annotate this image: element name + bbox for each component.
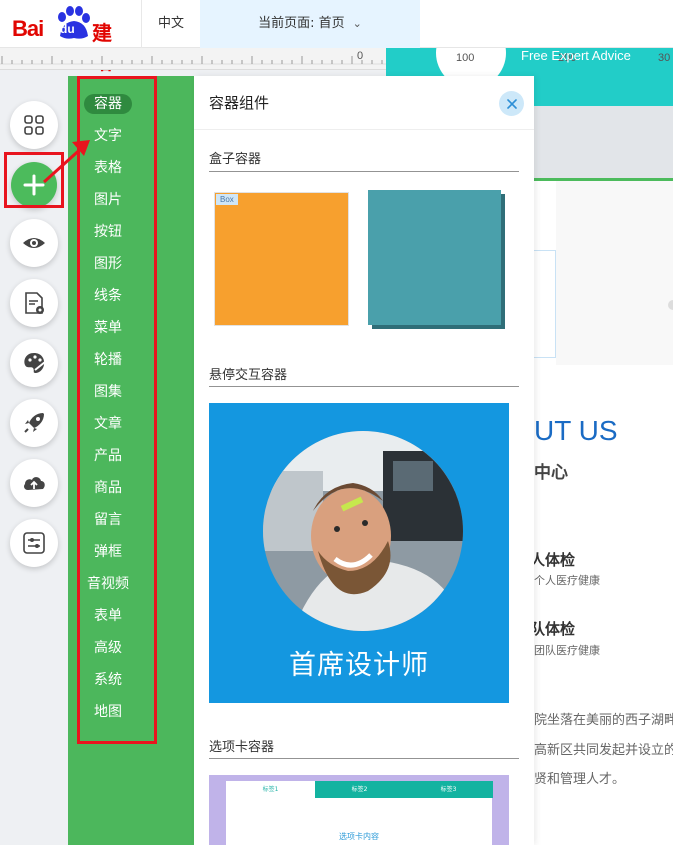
chevron-down-icon: ⌄ xyxy=(352,17,362,30)
logo-du-text: du xyxy=(60,22,75,36)
about-us-heading: UT US xyxy=(534,415,618,446)
close-panel-button[interactable] xyxy=(499,91,524,116)
language-selector[interactable]: 中文 xyxy=(142,0,200,48)
intro-line-2: 高新区共同发起并设立的 xyxy=(534,743,673,758)
current-page-selector[interactable]: 当前页面: 首页 ⌄ xyxy=(200,0,420,48)
panel-divider xyxy=(194,129,534,130)
rocket-icon xyxy=(24,413,44,433)
top-bar: Bai du 建站 中文 当前页面: 首页 ⌄ xyxy=(0,0,673,74)
panel-title: 容器组件 xyxy=(209,94,270,112)
preview-button[interactable] xyxy=(10,219,58,267)
logo-bai-text: Bai xyxy=(12,16,44,41)
canvas-outline-box xyxy=(534,250,556,358)
tab-content: 选项卡内容 xyxy=(339,832,379,841)
carousel-arrow[interactable] xyxy=(668,300,673,310)
eye-icon xyxy=(23,238,45,248)
tabs-inner: 标签1 标签2 标签3 选项卡内容 xyxy=(226,781,493,845)
close-icon xyxy=(506,98,517,109)
section-underline xyxy=(209,386,519,387)
ruler-label-100: 100 xyxy=(456,52,475,64)
cloud-upload-icon xyxy=(24,477,45,490)
components-panel: 容器组件 盒子容器 Box 悬停交互容器 首席设计师 选项卡容器 标签1 标签2… xyxy=(194,76,534,845)
controls-button[interactable] xyxy=(10,519,58,567)
service-sub-1: 个人医疗健康 xyxy=(534,574,600,587)
tabs-container-preview[interactable]: 标签1 标签2 标签3 选项卡内容 xyxy=(209,775,509,845)
canvas-slide-area xyxy=(556,181,673,365)
palette-icon xyxy=(24,353,46,373)
canvas-header-area xyxy=(534,106,673,180)
sliders-icon xyxy=(23,532,45,554)
hover-caption: 首席设计师 xyxy=(289,650,429,681)
service-title-1: 人体检 xyxy=(530,551,576,569)
upload-button[interactable] xyxy=(10,459,58,507)
ruler-label-300: 30 xyxy=(658,52,671,64)
theme-button[interactable] xyxy=(10,339,58,387)
banner-advice-text: Free Expert Advice xyxy=(521,48,631,63)
hover-interaction-container[interactable]: 首席设计师 xyxy=(209,403,509,703)
intro-line-3: 贤和管理人才。 xyxy=(534,772,626,787)
tab-2[interactable]: 标签2 xyxy=(315,781,404,798)
ruler-label-zero: 0 xyxy=(357,50,364,62)
page-settings-icon xyxy=(25,292,44,314)
center-subheading: 中心 xyxy=(534,463,568,483)
intro-line-1: 院坐落在美丽的西子湖畔 xyxy=(534,713,673,728)
box-container-teal[interactable] xyxy=(368,190,501,325)
designer-photo xyxy=(263,431,463,631)
section-underline xyxy=(209,758,519,759)
publish-button[interactable] xyxy=(10,399,58,447)
page-settings-button[interactable] xyxy=(10,279,58,327)
tab-1[interactable]: 标签1 xyxy=(226,781,315,798)
section-title-hover: 悬停交互容器 xyxy=(209,368,288,383)
section-underline xyxy=(209,171,519,172)
service-sub-2: 团队医疗健康 xyxy=(534,644,600,657)
section-title-box: 盒子容器 xyxy=(209,152,262,167)
section-title-tabs: 选项卡容器 xyxy=(209,740,275,755)
box-container-orange[interactable]: Box xyxy=(214,192,349,326)
baidu-jianzhan-logo[interactable]: Bai du 建站 xyxy=(10,6,130,74)
annotation-arrow xyxy=(42,140,90,184)
box-tag: Box xyxy=(216,194,238,205)
current-page-label: 当前页面: 首页 xyxy=(258,16,345,31)
tab-3[interactable]: 标签3 xyxy=(404,781,493,798)
service-title-2: 队体检 xyxy=(530,620,576,638)
